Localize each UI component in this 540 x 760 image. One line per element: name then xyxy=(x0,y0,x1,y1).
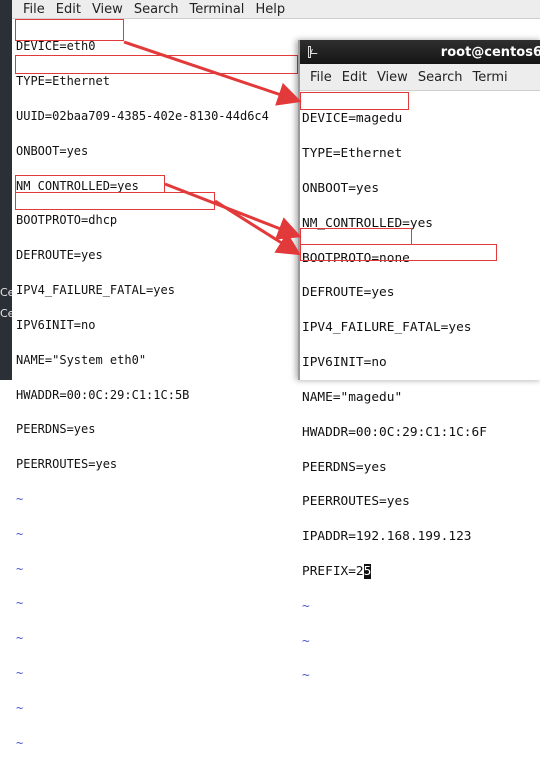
empty-line-tilde: ~ xyxy=(302,598,310,614)
empty-line-tilde: ~ xyxy=(302,668,310,684)
empty-line-tilde: ~ xyxy=(302,633,310,649)
text-line: HWADDR=00:0C:29:C1:1C:6F xyxy=(302,424,487,440)
empty-line-tilde: ~ xyxy=(16,596,24,611)
empty-line-tilde: ~ xyxy=(16,735,24,750)
empty-line-tilde: ~ xyxy=(16,491,24,506)
text-line: HWADDR=00:0C:29:C1:1C:5B xyxy=(16,387,190,402)
text-line: PEERROUTES=yes xyxy=(302,494,410,510)
arrow-hwaddr xyxy=(214,199,302,256)
annotation-arrows xyxy=(123,40,302,256)
arrow-device xyxy=(123,40,302,106)
empty-line-tilde: ~ xyxy=(16,700,24,715)
empty-line-tilde: ~ xyxy=(16,666,24,681)
empty-line-tilde: ~ xyxy=(16,526,24,541)
empty-line-tilde: ~ xyxy=(16,631,24,646)
prefix-text: PREFIX=2 xyxy=(302,563,364,579)
text-cursor: 5 xyxy=(363,563,372,579)
text-line: PEERDNS=yes xyxy=(16,422,96,437)
text-line: NAME="magedu" xyxy=(302,389,403,405)
text-line: IPADDR=192.168.199.123 xyxy=(302,529,472,545)
text-line-prefix: PREFIX=25 xyxy=(302,563,487,580)
text-line: PEERROUTES=yes xyxy=(16,457,118,472)
text-line: PEERDNS=yes xyxy=(302,459,387,475)
empty-line-tilde: ~ xyxy=(16,561,24,576)
